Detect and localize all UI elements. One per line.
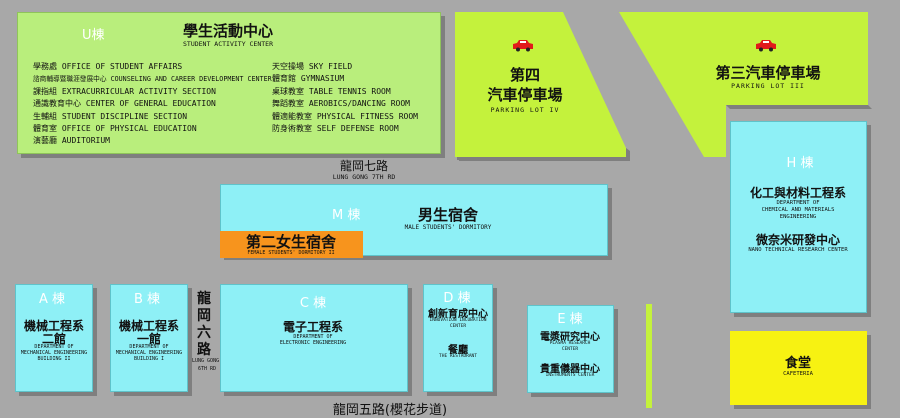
h-building-label: H 棟 xyxy=(786,156,814,171)
road-6-label-4: 路 xyxy=(197,342,211,358)
b-building-label: B 棟 xyxy=(133,292,161,307)
h-building-dept-en-1: DEPARTMENT OF xyxy=(776,200,820,206)
e-building-plasma-en-2: CENTER xyxy=(561,347,579,352)
road-7-label-en: LUNG GONG 7TH RD xyxy=(332,173,396,181)
d-building-label: D 棟 xyxy=(443,291,471,306)
d-building-restaurant-en: THE RESTAURANT xyxy=(439,354,477,359)
a-building-dept-en-3: BUILDING II xyxy=(37,356,71,362)
cafeteria-title-zh: 食堂 xyxy=(784,356,812,371)
c-building-label: C 棟 xyxy=(299,296,327,311)
e-building-label: E 棟 xyxy=(557,312,583,327)
a-building-label: A 棟 xyxy=(38,292,66,307)
parking-lot-iv-title-1: 第四 xyxy=(509,66,541,84)
m-building-title-en: MALE STUDENTS' DORMITORY xyxy=(404,224,492,231)
m-building-label: M 棟 xyxy=(332,208,361,223)
parking-lot-iii-title: 第三汽車停車場 xyxy=(715,64,821,82)
m-building-title-zh: 男生宿舍 xyxy=(417,206,479,224)
parking-lot-iv-title-en: PARKING LOT IV xyxy=(490,106,560,114)
e-building-plasma-en-1: PLASMA RESEARCH xyxy=(549,341,591,346)
c-building-dept-en-2: ELECTRONIC ENGINEERING xyxy=(279,340,347,346)
cafeteria-title-en: CAFETERIA xyxy=(783,371,813,377)
e-building-instruments-en: INSTRUMENTS CENTER xyxy=(545,373,595,378)
road-5-label: 龍岡五路(櫻花步道) xyxy=(332,403,448,418)
b-building-dept-en-3: BUILDING I xyxy=(133,356,165,362)
parking-lot-iv-title-2: 汽車停車場 xyxy=(487,86,563,104)
c-building-dept-zh: 電子工程系 xyxy=(282,320,344,334)
h-building-dept-zh: 化工與材料工程系 xyxy=(749,186,847,200)
d-building-incubation-en-2: CENTER xyxy=(449,324,467,329)
h-building-nano-en: NANO TECHNICAL RESEARCH CENTER xyxy=(748,247,848,253)
h-building-nano-zh: 微奈米研發中心 xyxy=(755,233,841,247)
h-building-dept-en-2: CHEMICAL AND MATERIALS xyxy=(761,207,835,213)
road-6-label-en-2: 6TH RD xyxy=(198,366,217,372)
car-icon xyxy=(513,40,533,52)
h-building-dept-en-3: ENGINEERING xyxy=(779,214,817,220)
female-dorm-ii-title: 第二女生宿舍 xyxy=(245,233,337,251)
parking-lot-iii-title-en: PARKING LOT III xyxy=(731,82,805,90)
d-building-incubation-en-1: INNOVATION INCUBATION xyxy=(429,318,487,323)
car-icon xyxy=(756,40,776,52)
female-dorm-ii-title-en: FEMALE STUDENTS' DORMITORY II xyxy=(247,250,335,256)
road-6-label-en-1: LUNG GONG xyxy=(192,358,220,364)
road-7-label: 龍岡七路 xyxy=(339,159,389,173)
